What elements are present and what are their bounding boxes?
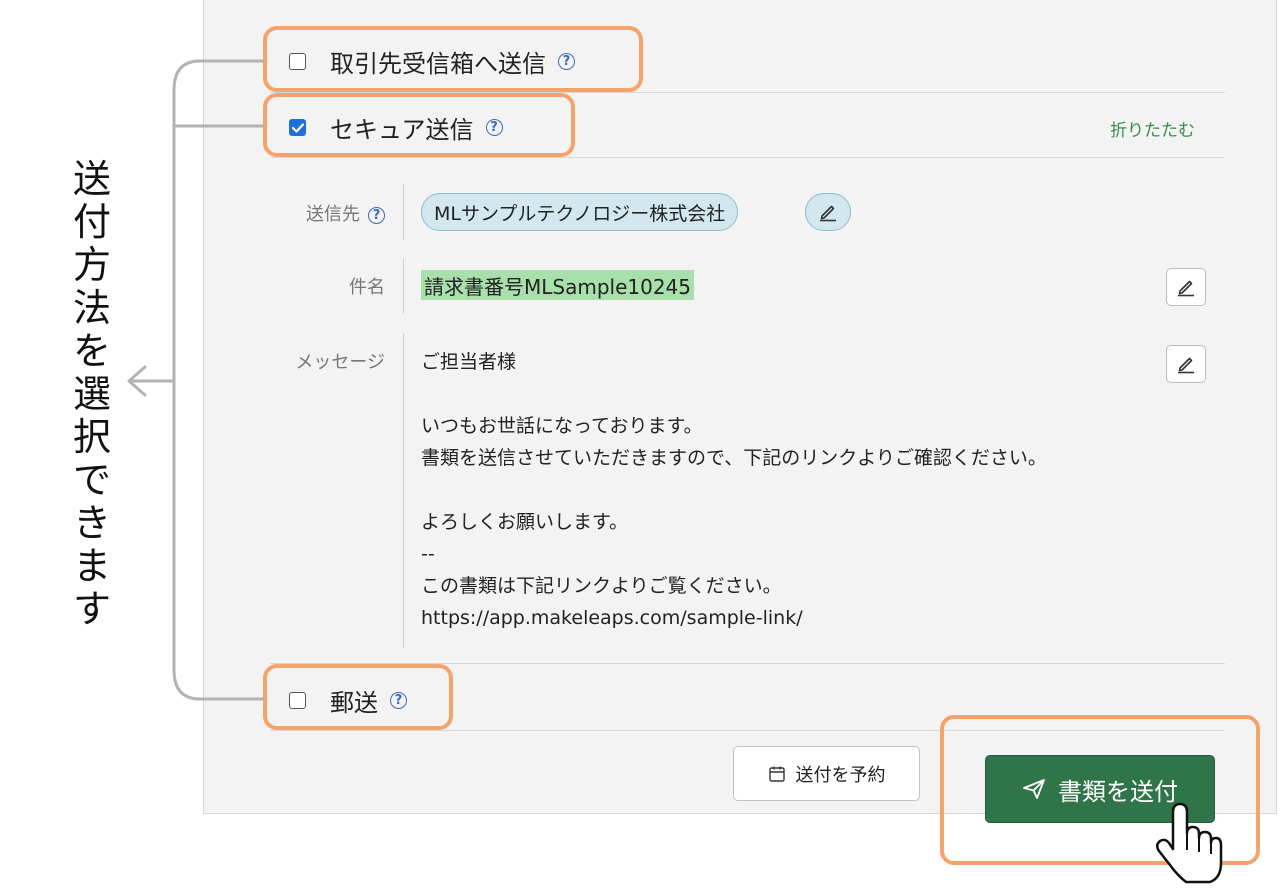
annotation-bracket [127,59,264,701]
